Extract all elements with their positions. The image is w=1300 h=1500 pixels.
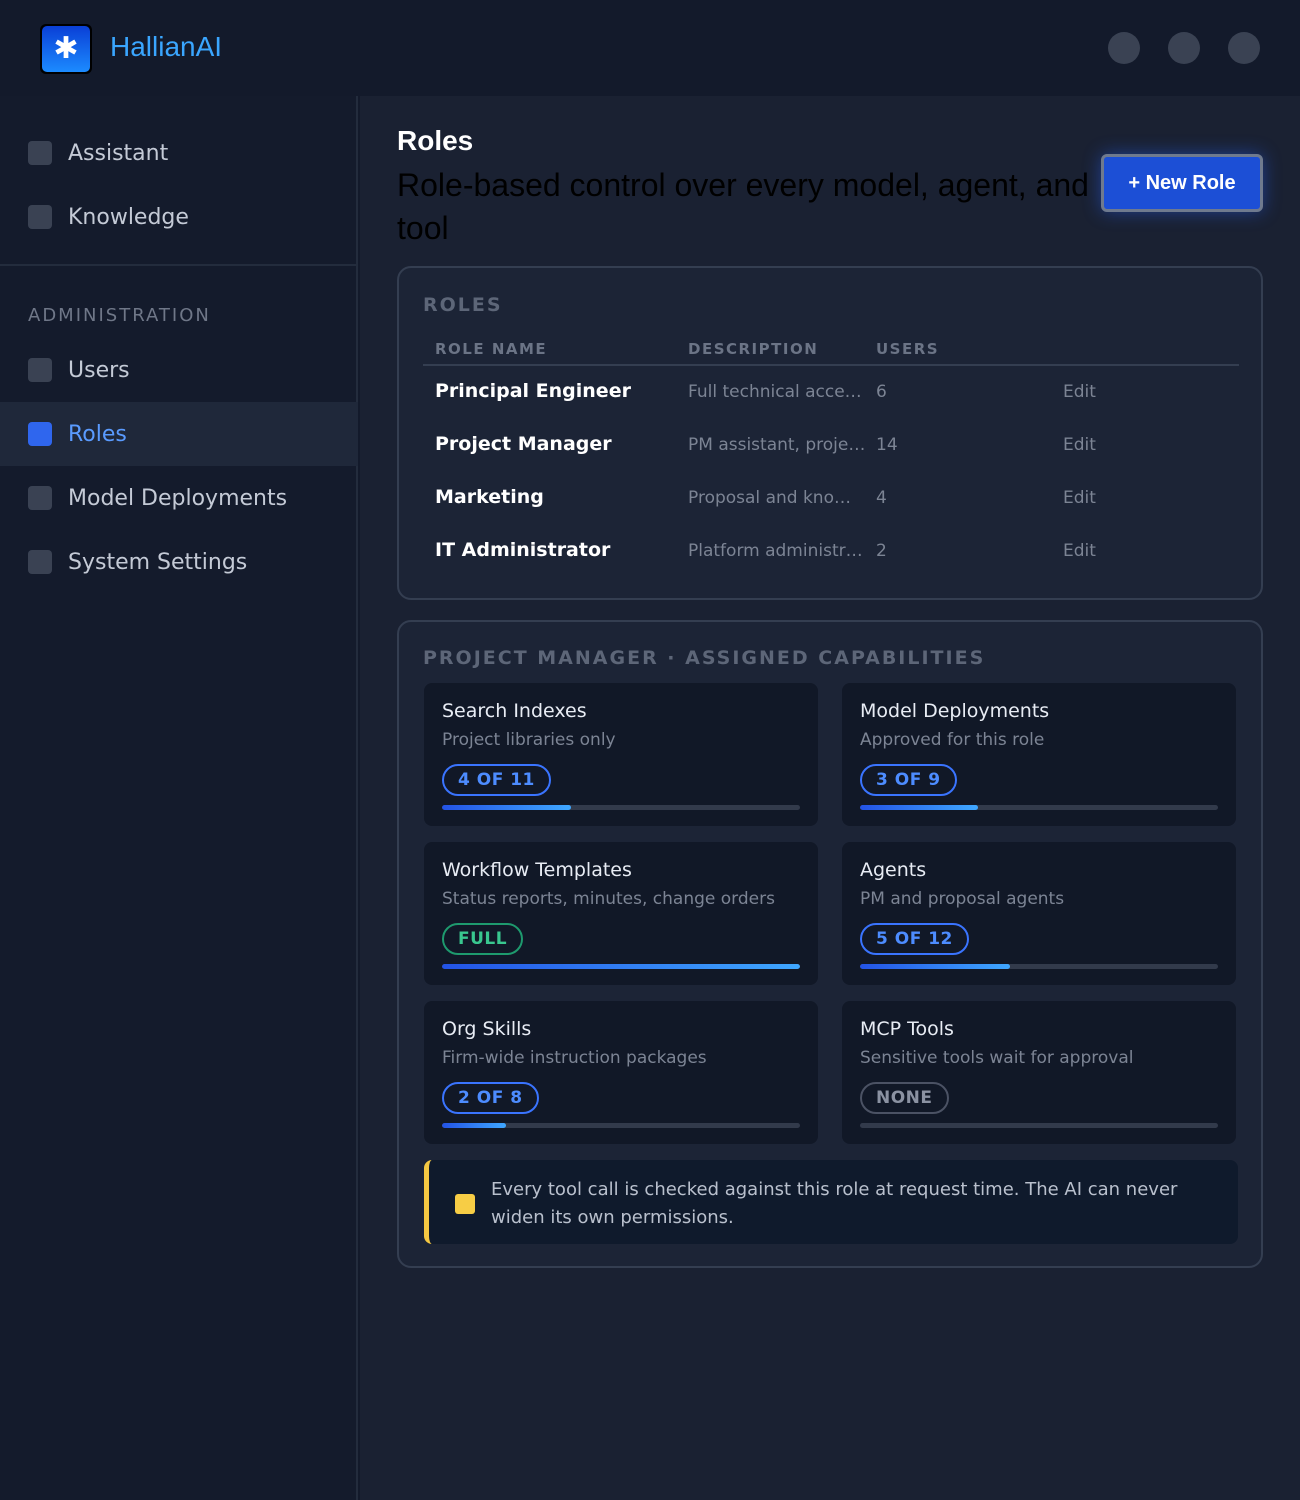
column-header-role-name[interactable]: ROLE NAME — [435, 340, 547, 358]
column-header-description[interactable]: DESCRIPTION — [688, 340, 818, 358]
capability-subtitle: Status reports, minutes, change orders — [442, 889, 775, 909]
capability-progress-fill — [860, 805, 979, 810]
role-description: PM assistant, proje… — [688, 435, 866, 455]
app-name: HallianAI — [110, 31, 223, 62]
role-user-count: 2 — [876, 541, 887, 561]
role-user-count: 4 — [876, 488, 887, 508]
capability-progress-track — [442, 1123, 800, 1128]
role-name: Project Manager — [435, 433, 612, 455]
capability-subtitle: Approved for this role — [860, 730, 1045, 750]
sidebar-item-roles[interactable]: Roles — [0, 402, 358, 466]
table-row[interactable]: Project Manager PM assistant, proje… 14 … — [399, 421, 1265, 474]
capability-title: Org Skills — [442, 1018, 532, 1040]
page-subtitle: Role-based control over every model, age… — [397, 167, 1089, 246]
capability-progress-track — [860, 1123, 1218, 1128]
capability-count-badge: NONE — [860, 1082, 949, 1114]
role-name: IT Administrator — [435, 539, 611, 561]
sidebar-item-label: Assistant — [68, 140, 169, 166]
sidebar-item-label: Knowledge — [68, 204, 189, 230]
capability-card-agents[interactable]: Agents PM and proposal agents 5 OF 12 — [842, 842, 1236, 985]
sidebar-item-label: Model Deployments — [68, 485, 288, 511]
notice-text: Every tool call is checked against this … — [491, 1179, 1178, 1228]
users-icon — [28, 358, 52, 382]
capability-count-badge: 4 OF 11 — [442, 764, 551, 796]
edit-link[interactable]: Edit — [1063, 541, 1096, 561]
model-deployments-icon — [28, 486, 52, 510]
sidebar-item-assistant[interactable]: Assistant — [0, 121, 358, 185]
header-action-3-icon[interactable] — [1228, 32, 1260, 64]
capability-card-org-skills[interactable]: Org Skills Firm-wide instruction package… — [424, 1001, 818, 1144]
capability-subtitle: PM and proposal agents — [860, 889, 1065, 909]
warning-icon — [455, 1194, 475, 1214]
role-description: Proposal and kno… — [688, 488, 851, 508]
header-action-2-icon[interactable] — [1168, 32, 1200, 64]
top-bar: ✱ HallianAI — [0, 0, 1300, 96]
capabilities-panel-title: PROJECT MANAGER · ASSIGNED CAPABILITIES — [423, 647, 986, 669]
role-user-count: 6 — [876, 382, 887, 402]
capability-card-workflow-templates[interactable]: Workflow Templates Status reports, minut… — [424, 842, 818, 985]
sidebar-item-model-deployments[interactable]: Model Deployments — [0, 466, 358, 530]
capability-count-badge: 2 OF 8 — [442, 1082, 539, 1114]
sidebar-item-system-settings[interactable]: System Settings — [0, 530, 358, 594]
capability-card-model-deployments[interactable]: Model Deployments Approved for this role… — [842, 683, 1236, 826]
column-header-users[interactable]: USERS — [876, 340, 939, 358]
table-row[interactable]: Marketing Proposal and kno… 4 Edit — [399, 474, 1265, 527]
roles-panel: ROLES ROLE NAME DESCRIPTION USERS Princi… — [397, 266, 1263, 600]
new-role-button[interactable]: + New Role — [1101, 154, 1263, 212]
permission-notice: Every tool call is checked against this … — [424, 1160, 1238, 1244]
capability-progress-fill — [442, 805, 571, 810]
capability-count-badge: 5 OF 12 — [860, 923, 969, 955]
capability-card-mcp-tools[interactable]: MCP Tools Sensitive tools wait for appro… — [842, 1001, 1236, 1144]
capability-subtitle: Project libraries only — [442, 730, 616, 750]
asterisk-icon: ✱ — [42, 26, 90, 72]
header-action-1-icon[interactable] — [1108, 32, 1140, 64]
capability-progress-track — [860, 964, 1218, 969]
edit-link[interactable]: Edit — [1063, 382, 1096, 402]
capability-title: Search Indexes — [442, 700, 587, 722]
capability-count-badge: FULL — [442, 923, 524, 955]
role-description: Full technical acce… — [688, 382, 862, 402]
capability-subtitle: Firm-wide instruction packages — [442, 1048, 707, 1068]
capability-count-badge: 3 OF 9 — [860, 764, 957, 796]
capability-progress-fill — [442, 964, 800, 969]
assistant-icon — [28, 141, 52, 165]
app-logo[interactable]: ✱ — [40, 24, 92, 74]
capability-progress-track — [860, 805, 1218, 810]
roles-icon — [28, 422, 52, 446]
role-description: Platform administr… — [688, 541, 863, 561]
sidebar-section-label: ADMINISTRATION — [28, 305, 211, 326]
system-settings-icon — [28, 550, 52, 574]
page-title: Roles — [397, 125, 474, 156]
capability-progress-track — [442, 805, 800, 810]
sidebar: Assistant Knowledge ADMINISTRATION Users… — [0, 96, 358, 1500]
capability-subtitle: Sensitive tools wait for approval — [860, 1048, 1134, 1068]
sidebar-item-users[interactable]: Users — [0, 338, 358, 402]
knowledge-icon — [28, 205, 52, 229]
table-header-divider — [423, 364, 1239, 366]
capability-progress-fill — [860, 964, 1011, 969]
main-content: Roles Role-based control over every mode… — [360, 96, 1300, 1500]
role-user-count: 14 — [876, 435, 898, 455]
role-name: Marketing — [435, 486, 544, 508]
capabilities-panel: PROJECT MANAGER · ASSIGNED CAPABILITIES … — [397, 620, 1263, 1268]
role-name: Principal Engineer — [435, 380, 631, 402]
sidebar-item-knowledge[interactable]: Knowledge — [0, 185, 358, 249]
capability-title: Agents — [860, 859, 927, 881]
sidebar-item-label: Roles — [68, 421, 127, 447]
table-row[interactable]: IT Administrator Platform administr… 2 E… — [399, 527, 1265, 580]
edit-link[interactable]: Edit — [1063, 435, 1096, 455]
edit-link[interactable]: Edit — [1063, 488, 1096, 508]
capability-card-search-indexes[interactable]: Search Indexes Project libraries only 4 … — [424, 683, 818, 826]
table-row[interactable]: Principal Engineer Full technical acce… … — [399, 368, 1265, 421]
roles-panel-title: ROLES — [423, 294, 503, 316]
capability-progress-track — [442, 964, 800, 969]
capability-title: Model Deployments — [860, 700, 1050, 722]
sidebar-item-label: Users — [68, 357, 130, 383]
capability-title: MCP Tools — [860, 1018, 954, 1040]
capability-progress-fill — [442, 1123, 507, 1128]
capability-title: Workflow Templates — [442, 859, 632, 881]
sidebar-divider — [0, 264, 358, 266]
sidebar-item-label: System Settings — [68, 549, 248, 575]
